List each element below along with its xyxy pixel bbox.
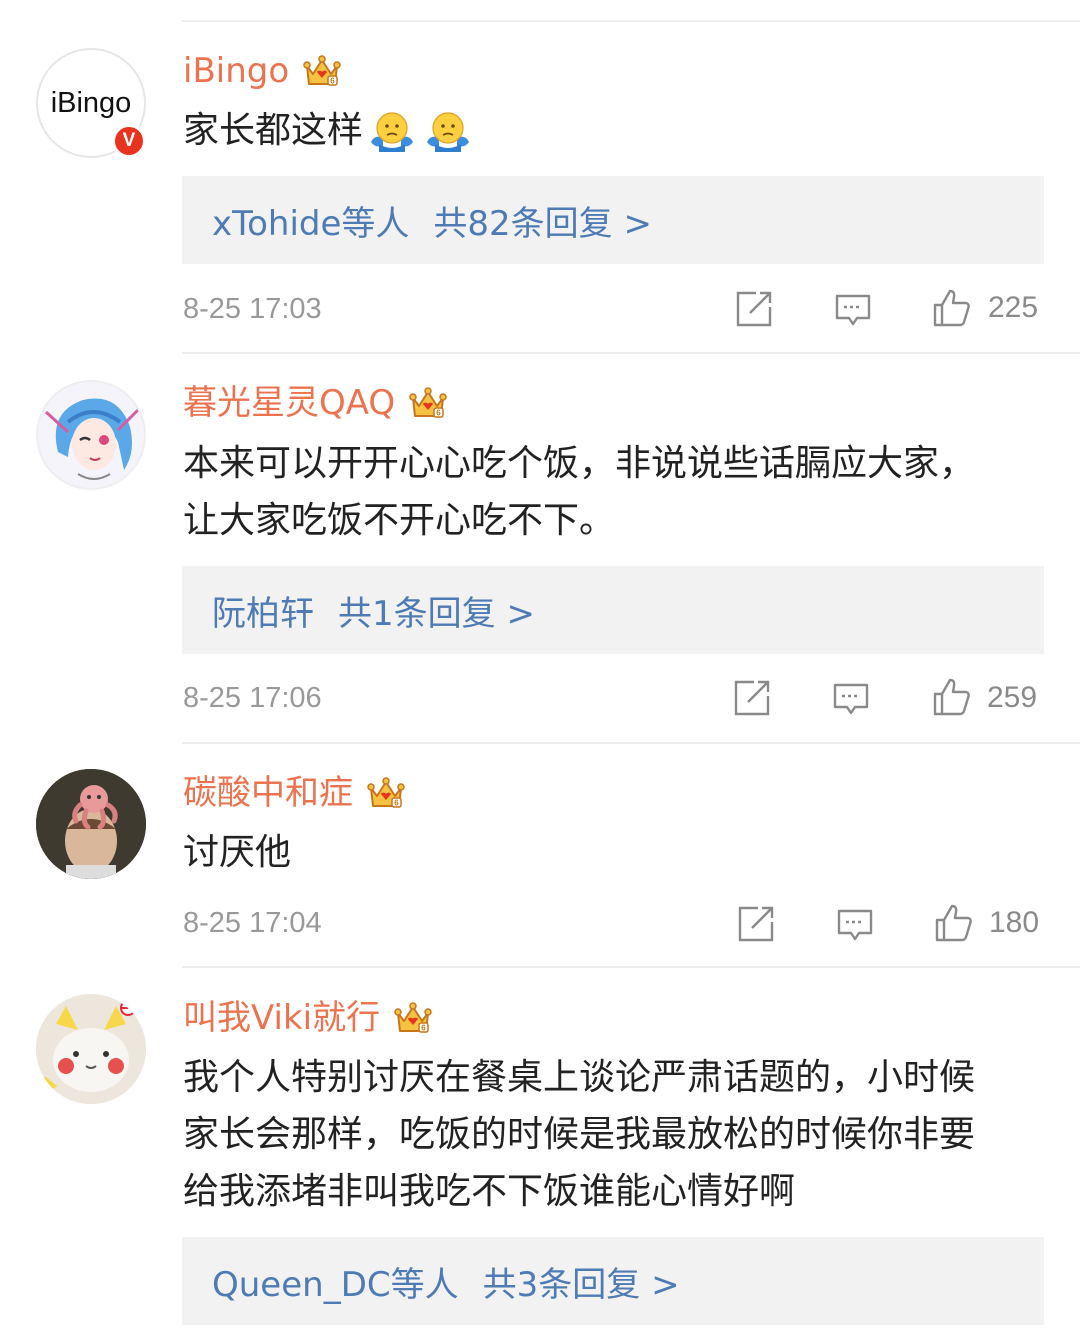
repost-icon[interactable] [734, 289, 774, 329]
divider [182, 966, 1080, 968]
replies-preview[interactable]: xTohide等人 共82条回复 > [182, 176, 1044, 264]
reply-count-link[interactable]: 共82条回复 > [433, 196, 652, 245]
comment-text: 我个人特别讨厌在餐桌上谈论严肃话题的，小时候 家长会那样，吃饭的时候是我最放松的… [183, 1049, 1053, 1220]
like-count: 259 [987, 681, 1038, 714]
crown-badge-icon [409, 387, 448, 419]
cat-avatar-image [36, 994, 146, 1104]
username-text: iBingo [183, 51, 290, 91]
thumbs-up-icon[interactable] [931, 676, 971, 716]
timestamp: 8-25 17:04 [183, 907, 322, 939]
username[interactable]: 叫我Viki就行 [183, 997, 433, 1039]
comment-text: 家长都这样 [183, 102, 1053, 159]
comment-text: 讨厌他 [183, 824, 1053, 881]
like-count: 225 [988, 291, 1039, 324]
crown-badge-icon [367, 777, 405, 809]
divider-top [182, 20, 1080, 22]
comment-text-line: 本来可以开开心心吃个饭，非说说些话膈应大家， [183, 443, 976, 484]
username-text: 叫我Viki就行 [183, 998, 381, 1038]
divider [182, 742, 1080, 744]
repost-icon[interactable] [736, 904, 776, 944]
comment-icon[interactable] [835, 905, 875, 945]
thumbs-up-icon[interactable] [933, 902, 973, 942]
crown-badge-icon [394, 1002, 433, 1034]
comment-icon[interactable] [833, 290, 873, 330]
username-text: 碳酸中和症 [183, 773, 353, 813]
reply-authors: Queen_DC等人 [212, 1264, 459, 1305]
verified-badge-icon: V [112, 124, 146, 158]
comment-text-line: 我个人特别讨厌在餐桌上谈论严肃话题的，小时候 [183, 1057, 976, 1098]
anime-avatar-image [44, 398, 140, 480]
username[interactable]: 碳酸中和症 [183, 772, 405, 814]
photo-avatar-image [36, 769, 146, 879]
timestamp: 8-25 17:03 [183, 293, 322, 325]
timestamp: 8-25 17:06 [183, 682, 322, 714]
comment-text-line: 家长会那样，吃饭的时候是我最放松的时候你非要 [183, 1114, 976, 1155]
repost-icon[interactable] [732, 678, 772, 718]
reply-authors: 阮柏轩 [212, 593, 314, 634]
username-text: 暮光星灵QAQ [183, 383, 396, 423]
divider [182, 352, 1080, 354]
reply-count-link[interactable]: 共1条回复 > [338, 586, 535, 635]
shrug-emoji-icon [370, 111, 414, 153]
username[interactable]: iBingo [183, 50, 342, 92]
username[interactable]: 暮光星灵QAQ [183, 382, 448, 424]
like-count: 180 [989, 906, 1040, 939]
shrug-emoji-icon [426, 111, 470, 153]
comment-text: 本来可以开开心心吃个饭，非说说些话膈应大家， 让大家吃饭不开心吃不下。 [183, 435, 1053, 549]
reply-authors: xTohide等人 [212, 203, 410, 244]
replies-preview[interactable]: Queen_DC等人 共3条回复 > [182, 1237, 1044, 1325]
avatar[interactable] [36, 994, 146, 1104]
comment-text-content: 家长都这样 [183, 110, 364, 151]
crown-badge-icon [303, 55, 342, 87]
avatar-text: iBingo [50, 86, 132, 119]
reply-count-link[interactable]: 共3条回复 > [483, 1257, 680, 1306]
comment-text-content: 讨厌他 [183, 832, 292, 873]
comment-text-line: 让大家吃饭不开心吃不下。 [183, 500, 616, 541]
replies-preview[interactable]: 阮柏轩 共1条回复 > [182, 566, 1044, 654]
avatar[interactable] [36, 380, 146, 490]
avatar[interactable] [36, 769, 146, 879]
thumbs-up-icon[interactable] [931, 287, 971, 327]
comment-icon[interactable] [831, 679, 871, 719]
comment-text-line: 给我添堵非叫我吃不下饭谁能心情好啊 [183, 1171, 796, 1212]
